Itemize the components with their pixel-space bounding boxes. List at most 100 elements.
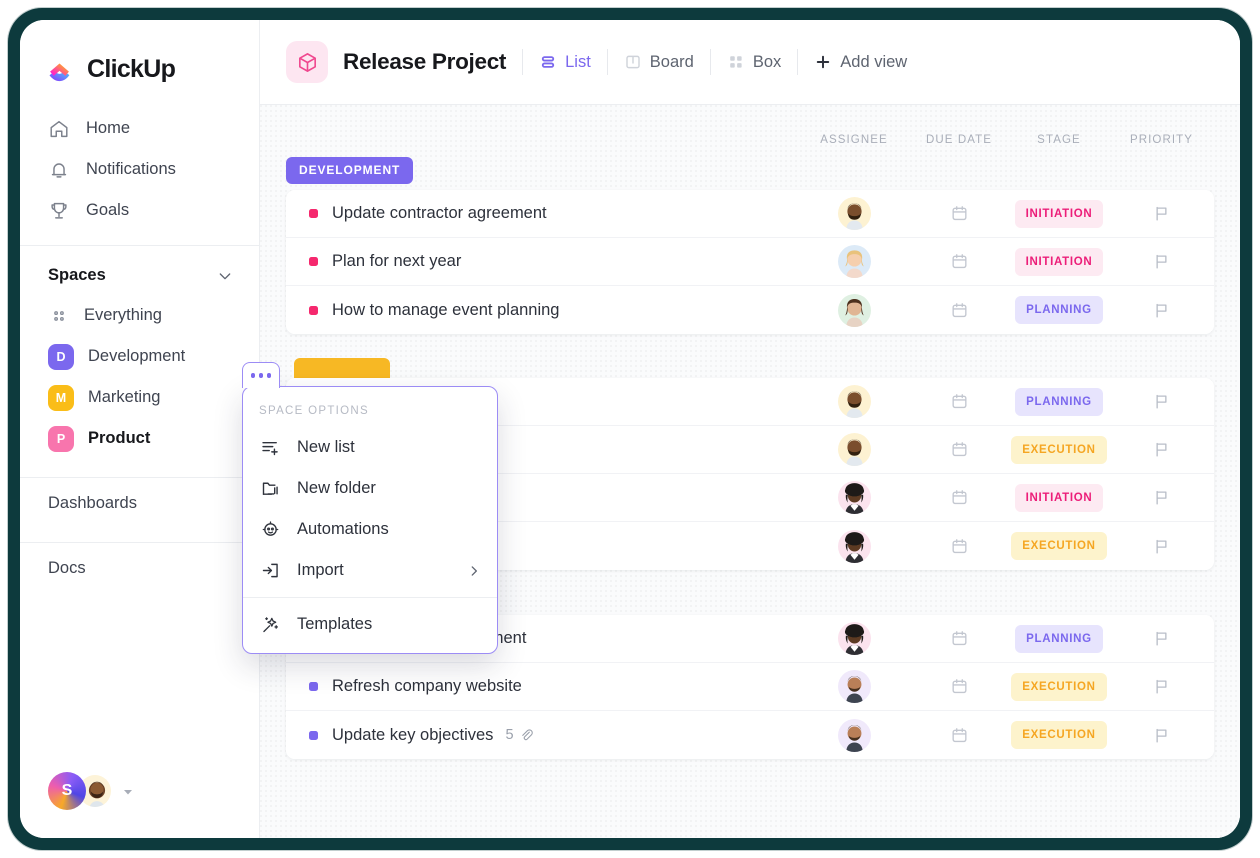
priority-cell[interactable] bbox=[1109, 488, 1214, 507]
sidebar-item-dashboards[interactable]: Dashboards bbox=[20, 478, 259, 528]
clip-icon bbox=[519, 728, 534, 743]
sidebar: ClickUp Home Notifications Goals Spaces … bbox=[20, 20, 260, 838]
assignee-cell[interactable] bbox=[799, 622, 909, 655]
assignee-cell[interactable] bbox=[799, 529, 909, 563]
menu-item-new-list[interactable]: New list bbox=[243, 427, 497, 468]
assignee-cell[interactable] bbox=[799, 385, 909, 418]
assignee-cell[interactable] bbox=[799, 293, 909, 327]
avatar[interactable] bbox=[837, 293, 871, 327]
stage-cell[interactable]: EXECUTION bbox=[1009, 532, 1109, 560]
task-name: Plan for next year bbox=[332, 252, 462, 270]
assignee-cell[interactable] bbox=[799, 718, 909, 752]
stage-cell[interactable]: INITIATION bbox=[1009, 483, 1109, 512]
due-date-cell[interactable] bbox=[909, 301, 1009, 320]
due-date-cell[interactable] bbox=[909, 629, 1009, 648]
table-row[interactable]: How to manage event planning PLANNING bbox=[286, 286, 1214, 334]
menu-item-new-folder[interactable]: New folder bbox=[243, 468, 497, 509]
tab-list[interactable]: List bbox=[539, 53, 591, 72]
assignee-cell[interactable] bbox=[799, 481, 909, 514]
due-date-cell[interactable] bbox=[909, 440, 1009, 459]
menu-item-import[interactable]: Import bbox=[243, 550, 497, 591]
priority-cell[interactable] bbox=[1109, 629, 1214, 648]
add-view-label: Add view bbox=[840, 52, 908, 71]
table-row[interactable]: Plan for next year INITIATION bbox=[286, 238, 1214, 286]
assignee-cell[interactable] bbox=[799, 245, 909, 278]
status-badge: EXECUTION bbox=[1011, 721, 1107, 749]
table-row[interactable]: Update key objectives 5 EXECUTION bbox=[286, 711, 1214, 759]
priority-cell[interactable] bbox=[1109, 537, 1214, 556]
caret-down-icon[interactable] bbox=[122, 785, 134, 797]
avatar[interactable] bbox=[837, 197, 871, 230]
avatar[interactable] bbox=[837, 433, 871, 466]
priority-cell[interactable] bbox=[1109, 677, 1214, 696]
sidebar-item-product[interactable]: P Product bbox=[20, 418, 259, 459]
due-date-cell[interactable] bbox=[909, 392, 1009, 411]
due-date-cell[interactable] bbox=[909, 488, 1009, 507]
stage-cell[interactable]: INITIATION bbox=[1009, 199, 1109, 228]
tab-board[interactable]: Board bbox=[624, 53, 694, 72]
due-date-cell[interactable] bbox=[909, 677, 1009, 696]
sidebar-item-home[interactable]: Home bbox=[20, 108, 259, 149]
stage-cell[interactable]: EXECUTION bbox=[1009, 672, 1109, 701]
avatar[interactable] bbox=[837, 622, 871, 655]
tab-box[interactable]: Box bbox=[727, 53, 781, 72]
sidebar-item-notifications[interactable]: Notifications bbox=[20, 149, 259, 190]
brand-logo[interactable]: ClickUp bbox=[20, 20, 259, 84]
table-row[interactable]: Refresh company website EXECUTION bbox=[286, 663, 1214, 711]
avatar[interactable] bbox=[837, 481, 871, 514]
divider bbox=[606, 49, 608, 75]
group-badge[interactable]: DEVELOPMENT bbox=[286, 157, 414, 184]
avatar[interactable] bbox=[837, 529, 871, 563]
workspace-badge[interactable]: S bbox=[48, 772, 86, 810]
menu-item-automations[interactable]: Automations bbox=[243, 509, 497, 550]
divider bbox=[797, 49, 799, 75]
avatar[interactable] bbox=[837, 385, 871, 418]
avatar[interactable] bbox=[837, 670, 871, 703]
spaces-header[interactable]: Spaces bbox=[20, 246, 259, 295]
sidebar-item-marketing[interactable]: M Marketing bbox=[20, 377, 259, 418]
group-badge[interactable] bbox=[294, 358, 390, 378]
templates-icon bbox=[259, 614, 281, 636]
sidebar-item-everything[interactable]: Everything bbox=[20, 295, 259, 336]
priority-cell[interactable] bbox=[1109, 726, 1214, 745]
stage-cell[interactable]: EXECUTION bbox=[1009, 721, 1109, 749]
attachment-meta[interactable]: 5 bbox=[505, 727, 533, 743]
assignee-cell[interactable] bbox=[799, 433, 909, 466]
priority-cell[interactable] bbox=[1109, 204, 1214, 223]
sidebar-item-goals[interactable]: Goals bbox=[20, 190, 259, 231]
automations-icon bbox=[259, 519, 281, 541]
user-bar[interactable]: S bbox=[48, 772, 134, 810]
ellipsis-icon bbox=[258, 373, 264, 378]
due-date-cell[interactable] bbox=[909, 537, 1009, 556]
due-date-cell[interactable] bbox=[909, 204, 1009, 223]
add-view-button[interactable]: Add view bbox=[814, 53, 907, 72]
sidebar-item-label: Marketing bbox=[88, 388, 161, 406]
calendar-icon bbox=[950, 301, 969, 320]
clickup-logo-icon bbox=[47, 54, 77, 84]
due-date-cell[interactable] bbox=[909, 726, 1009, 745]
priority-cell[interactable] bbox=[1109, 252, 1214, 271]
due-date-cell[interactable] bbox=[909, 252, 1009, 271]
stage-cell[interactable]: PLANNING bbox=[1009, 624, 1109, 653]
sidebar-item-label: Development bbox=[88, 347, 186, 365]
menu-item-label: Templates bbox=[297, 615, 373, 633]
table-row[interactable]: Update contractor agreement INITIATION bbox=[286, 190, 1214, 238]
status-badge: INITIATION bbox=[1014, 247, 1104, 276]
priority-cell[interactable] bbox=[1109, 301, 1214, 320]
assignee-cell[interactable] bbox=[799, 197, 909, 230]
space-options-trigger[interactable] bbox=[242, 362, 280, 388]
stage-cell[interactable]: PLANNING bbox=[1009, 387, 1109, 416]
sidebar-item-docs[interactable]: Docs bbox=[20, 543, 259, 593]
stage-cell[interactable]: PLANNING bbox=[1009, 296, 1109, 324]
sidebar-item-development[interactable]: D Development bbox=[20, 336, 259, 377]
stage-cell[interactable]: EXECUTION bbox=[1009, 435, 1109, 464]
menu-item-templates[interactable]: Templates bbox=[243, 604, 497, 645]
avatar[interactable] bbox=[837, 718, 871, 752]
sidebar-item-label: Product bbox=[88, 429, 151, 447]
priority-cell[interactable] bbox=[1109, 440, 1214, 459]
priority-cell[interactable] bbox=[1109, 392, 1214, 411]
stage-cell[interactable]: INITIATION bbox=[1009, 247, 1109, 276]
assignee-cell[interactable] bbox=[799, 670, 909, 703]
chevron-down-icon[interactable] bbox=[217, 268, 233, 284]
avatar[interactable] bbox=[837, 245, 871, 278]
